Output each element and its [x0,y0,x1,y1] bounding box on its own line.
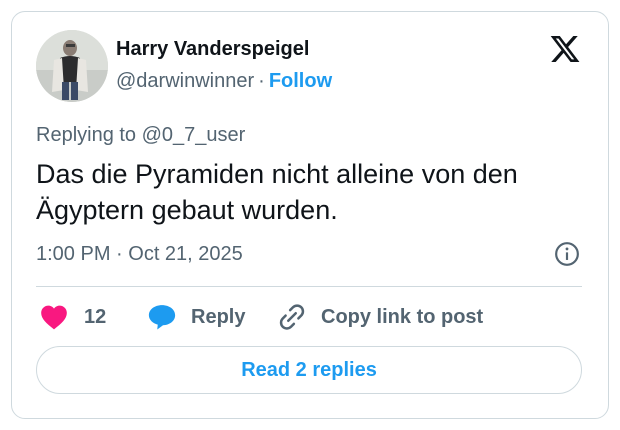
replying-to: Replying to @0_7_user [36,124,246,146]
author-handle-line: @darwinwinner · Follow [116,70,332,93]
tweet-timestamp[interactable]: 1:00 PM · Oct 21, 2025 [36,243,243,266]
reply-label: Reply [191,305,246,328]
link-icon [279,304,305,330]
read-replies-button[interactable]: Read 2 replies [36,346,582,394]
reply-button[interactable]: Reply [147,302,245,332]
follow-button[interactable]: Follow [269,70,332,92]
speech-bubble-icon [148,305,176,330]
copy-link-button[interactable]: Copy link to post [277,302,483,332]
user-avatar-photo-icon [36,30,108,102]
info-icon[interactable] [554,241,580,267]
copy-link-label: Copy link to post [321,305,484,328]
divider [36,286,582,287]
x-logo-icon[interactable] [548,33,582,65]
heart-icon [41,305,67,330]
author-name[interactable]: Harry Vanderspeigel [116,38,309,61]
author-handle[interactable]: @darwinwinner [116,70,254,92]
read-replies-label: Read 2 replies [241,358,377,381]
like-count: 12 [84,305,107,328]
author-avatar[interactable] [36,30,108,102]
tweet-text: Das die Pyramiden nicht alleine von den … [36,159,518,225]
like-button[interactable]: 12 [40,302,106,332]
separator-dot: · [258,70,265,92]
